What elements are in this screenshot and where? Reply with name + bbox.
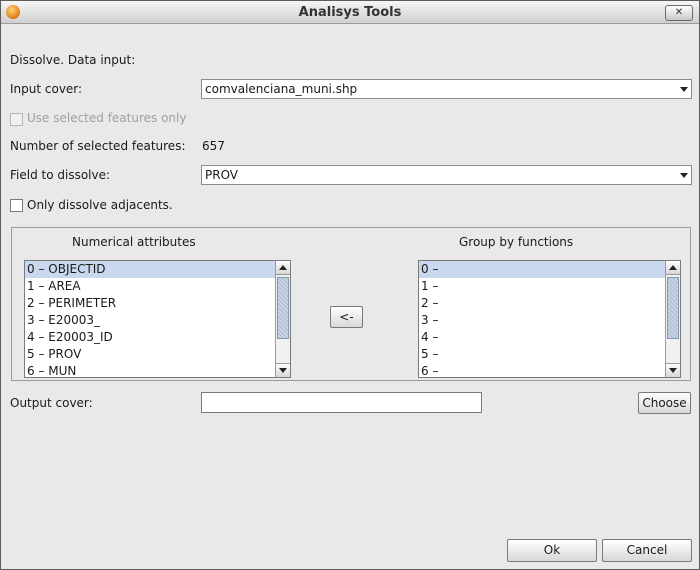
list-item[interactable]: 1 – AREA [25, 278, 290, 295]
group-functions-list[interactable]: 0 – 1 – 2 – 3 – 4 – 5 – 6 – [418, 260, 681, 378]
arrow-up-icon [669, 265, 677, 270]
input-cover-value: comvalenciana_muni.shp [205, 82, 358, 96]
arrow-down-icon [669, 368, 677, 373]
only-adjacent-checkbox[interactable] [10, 199, 23, 212]
scroll-down-button[interactable] [666, 363, 680, 377]
scroll-thumb[interactable] [277, 277, 289, 339]
functions-scrollbar[interactable] [665, 261, 680, 377]
selected-count-label: Number of selected features: [10, 139, 186, 153]
field-to-dissolve-value: PROV [205, 168, 239, 182]
list-item[interactable]: 2 – [419, 295, 680, 312]
field-to-dissolve-label: Field to dissolve: [10, 168, 111, 182]
scroll-up-button[interactable] [666, 261, 680, 275]
group-functions-title: Group by functions [459, 235, 574, 249]
list-item[interactable]: 6 – [419, 363, 680, 377]
list-item[interactable]: 6 – MUN [25, 363, 290, 377]
input-cover-label: Input cover: [10, 82, 83, 96]
list-item[interactable]: 2 – PERIMETER [25, 295, 290, 312]
scroll-thumb[interactable] [667, 277, 679, 339]
cancel-button[interactable]: Cancel [602, 539, 692, 562]
analysis-tools-dialog: Analisys Tools ✕ Dissolve. Data input: I… [0, 0, 700, 570]
chevron-down-icon [680, 87, 688, 92]
use-selected-checkbox[interactable] [10, 113, 23, 126]
numerical-attributes-title: Numerical attributes [72, 235, 196, 249]
ok-button[interactable]: Ok [507, 539, 597, 562]
title-bar[interactable]: Analisys Tools ✕ [1, 1, 699, 24]
list-item[interactable]: 5 – [419, 346, 680, 363]
list-item[interactable]: 4 – E20003_ID [25, 329, 290, 346]
arrow-up-icon [279, 265, 287, 270]
field-to-dissolve-select[interactable]: PROV [201, 165, 692, 185]
move-left-button[interactable]: <- [330, 306, 363, 328]
arrow-down-icon [279, 368, 287, 373]
list-item[interactable]: 1 – [419, 278, 680, 295]
list-item[interactable]: 5 – PROV [25, 346, 290, 363]
list-item[interactable]: 0 – [419, 261, 680, 278]
selected-count-value: 657 [202, 139, 225, 153]
output-cover-label: Output cover: [10, 396, 93, 410]
output-cover-input[interactable] [201, 392, 482, 413]
close-button[interactable]: ✕ [665, 5, 693, 21]
choose-button[interactable]: Choose [638, 392, 691, 414]
numerical-attributes-list[interactable]: 0 – OBJECTID 1 – AREA 2 – PERIMETER 3 – … [24, 260, 291, 378]
list-item[interactable]: 0 – OBJECTID [25, 261, 290, 278]
window-title: Analisys Tools [298, 5, 402, 20]
scroll-up-button[interactable] [276, 261, 290, 275]
only-adjacent-label: Only dissolve adjacents. [27, 198, 173, 212]
list-item[interactable]: 4 – [419, 329, 680, 346]
input-cover-select[interactable]: comvalenciana_muni.shp [201, 79, 692, 99]
list-item[interactable]: 3 – [419, 312, 680, 329]
scroll-down-button[interactable] [276, 363, 290, 377]
section-label: Dissolve. Data input: [10, 53, 136, 67]
chevron-down-icon [680, 173, 688, 178]
attributes-scrollbar[interactable] [275, 261, 290, 377]
use-selected-label: Use selected features only [27, 111, 187, 125]
list-item[interactable]: 3 – E20003_ [25, 312, 290, 329]
